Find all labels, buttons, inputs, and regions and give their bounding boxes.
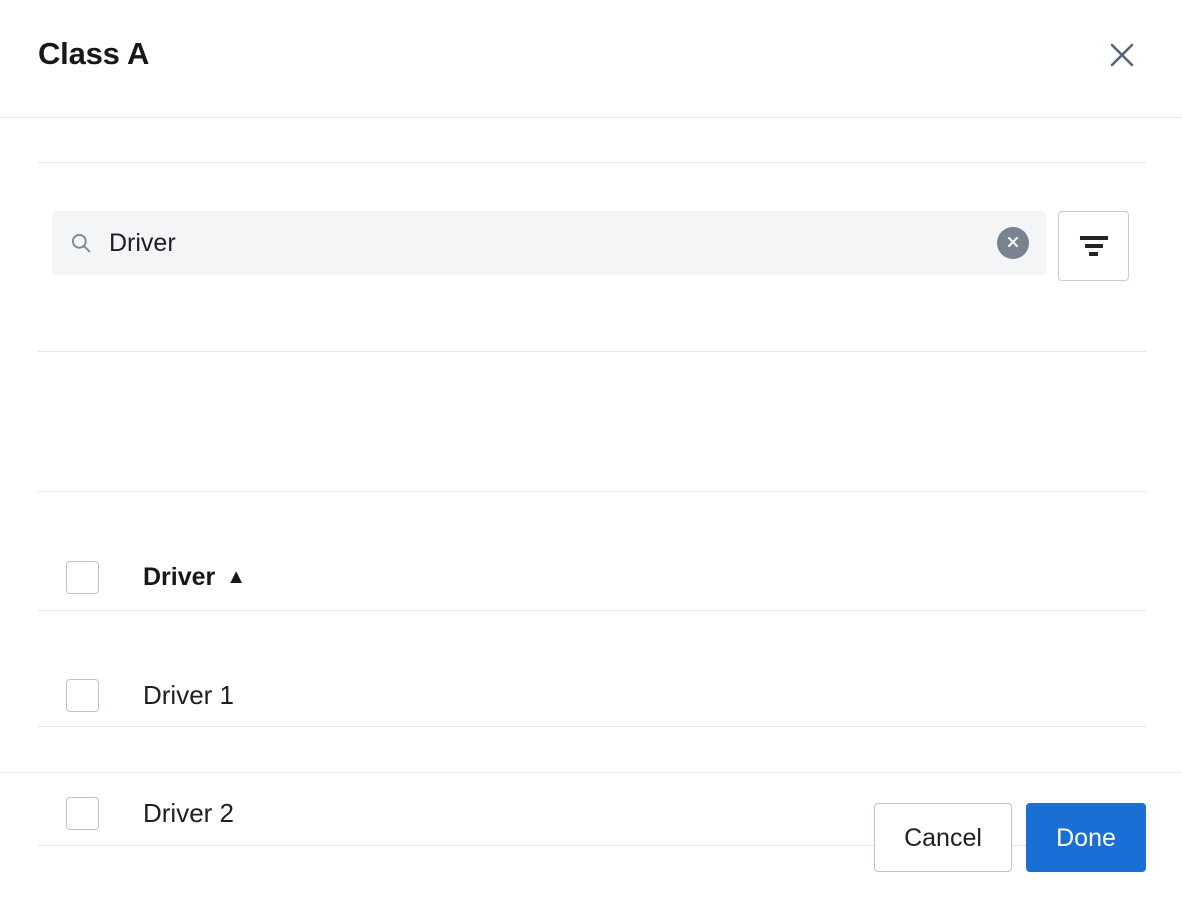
page-title: Class A — [38, 36, 150, 71]
dialog-header: Class A — [0, 0, 1182, 118]
divider-row-1 — [38, 610, 1146, 611]
row-checkbox[interactable] — [66, 678, 99, 712]
divider-above-header-row — [38, 491, 1146, 492]
list-header-row: Driver ▲ — [0, 518, 1182, 636]
dialog-body: Driver Driver ▲ Driver 1 Driver 2 — [0, 118, 1182, 846]
search-toolbar: Driver — [52, 211, 1146, 281]
search-input-value: Driver — [109, 229, 176, 257]
cancel-button[interactable]: Cancel — [874, 803, 1012, 872]
divider-row-2 — [38, 726, 1146, 727]
filter-button[interactable] — [1058, 211, 1129, 281]
clear-icon — [1004, 233, 1022, 254]
table-row[interactable]: Driver 1 — [0, 636, 1182, 754]
clear-search-button[interactable] — [997, 227, 1029, 259]
divider-top — [38, 162, 1146, 163]
class-a-dialog: Class A Driver Driver ▲ Driver 1 Driver … — [0, 0, 1182, 902]
column-header-driver[interactable]: Driver ▲ — [143, 561, 246, 593]
close-icon — [1107, 40, 1137, 70]
row-label: Driver 1 — [143, 680, 235, 710]
filter-icon — [1079, 236, 1108, 256]
select-all-checkbox[interactable] — [66, 560, 99, 594]
column-header-label: Driver — [143, 563, 216, 591]
search-icon — [70, 232, 92, 254]
dialog-footer: Cancel Done — [0, 772, 1182, 902]
sort-ascending-icon: ▲ — [226, 566, 247, 588]
search-input[interactable]: Driver — [52, 211, 1046, 275]
close-button[interactable] — [1100, 33, 1144, 77]
done-button[interactable]: Done — [1026, 803, 1146, 872]
divider-search — [38, 351, 1146, 352]
